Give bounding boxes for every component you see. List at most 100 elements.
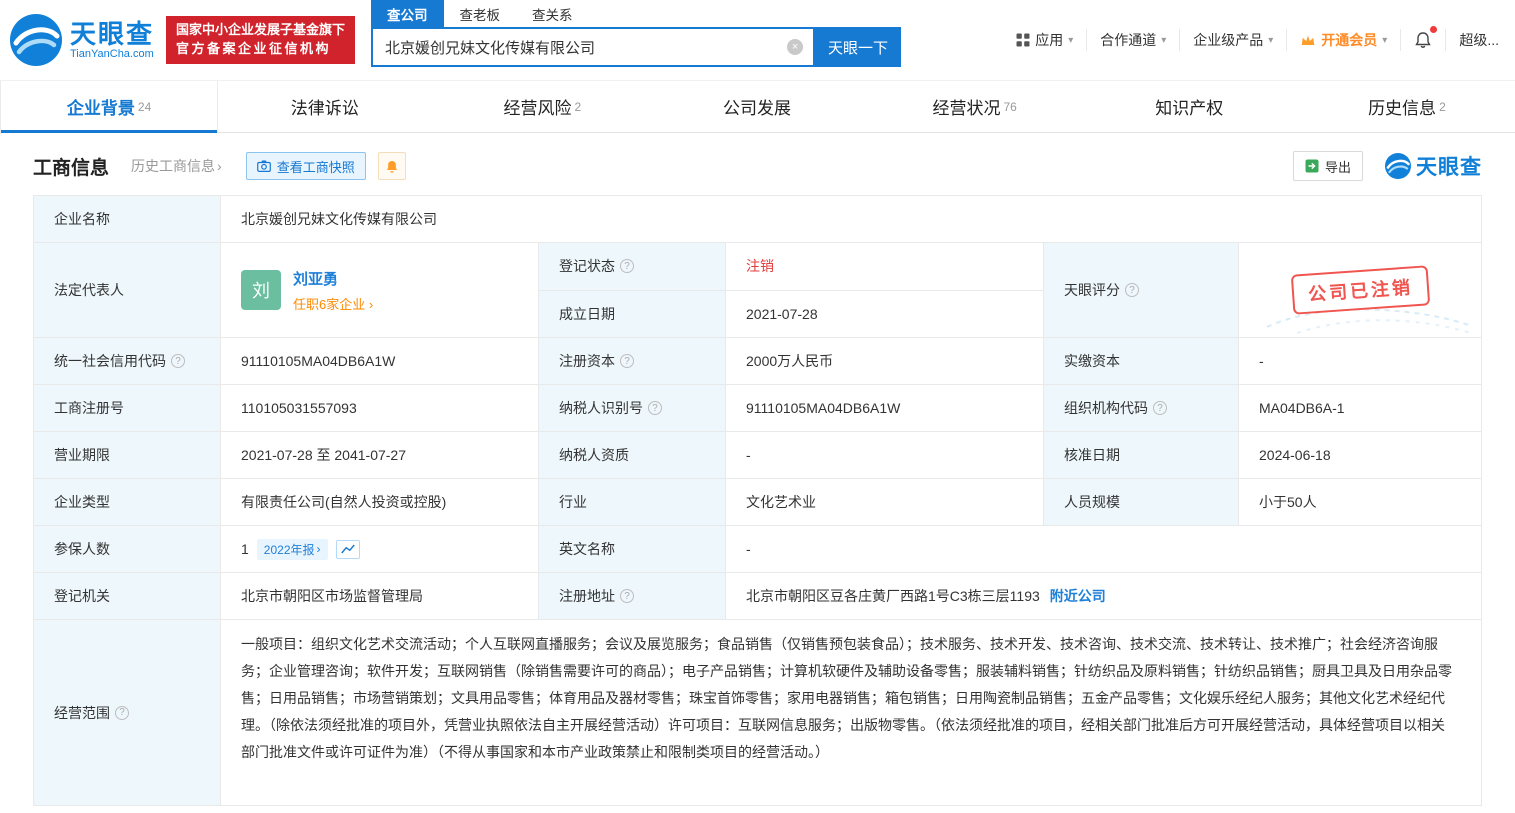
- table-row: 法定代表人 刘 刘亚勇 任职6家企业 › 登记状态 ? 注销 成立日期 2021…: [34, 243, 1482, 338]
- legal-rep-avatar[interactable]: 刘: [241, 270, 281, 310]
- legal-rep-companies-link[interactable]: 任职6家企业 ›: [293, 294, 373, 313]
- table-row: 参保人数 1 2022年报 › 英文名称 -: [34, 526, 1482, 573]
- history-business-info-link[interactable]: 历史工商信息 ›: [131, 156, 222, 176]
- search-tab-boss[interactable]: 查老板: [444, 0, 517, 27]
- search-tab-relation[interactable]: 查关系: [516, 0, 589, 27]
- tab-label: 经营风险: [503, 99, 572, 118]
- company-name-value: 北京媛创兄妹文化传媒有限公司: [221, 196, 1482, 243]
- tianyancha-logo[interactable]: 天眼查 TianYanCha.com: [10, 14, 154, 66]
- notifications-bell[interactable]: [1400, 26, 1445, 51]
- table-row: 登记机关 北京市朝阳区市场监督管理局 注册地址 ? 北京市朝阳区豆各庄黄厂西路1…: [34, 573, 1482, 620]
- chevron-down-icon: ▾: [1268, 34, 1274, 46]
- business-scope-label: 经营范围 ?: [34, 620, 221, 806]
- help-icon[interactable]: ?: [115, 705, 129, 720]
- table-row: 工商注册号 110105031557093 纳税人识别号 ? 91110105M…: [34, 385, 1482, 432]
- org-code-label: 组织机构代码 ?: [1044, 385, 1239, 432]
- monitor-alert-button[interactable]: [377, 152, 406, 180]
- tianyancha-watermark-logo[interactable]: 天眼查: [1385, 151, 1482, 181]
- establish-date-label: 成立日期: [539, 290, 726, 338]
- camera-icon: [256, 160, 271, 172]
- history-link-label: 历史工商信息: [131, 158, 216, 174]
- view-snapshot-button[interactable]: 查看工商快照: [245, 152, 366, 180]
- logo-text: 天眼查 TianYanCha.com: [70, 20, 154, 61]
- export-button[interactable]: 导出: [1292, 151, 1363, 181]
- reg-status-value: 注销: [726, 243, 1044, 291]
- search-box: ×: [371, 27, 816, 67]
- english-name-label: 英文名称: [539, 526, 726, 573]
- company-name-label: 企业名称: [34, 196, 221, 243]
- tab-label: 历史信息: [1368, 99, 1437, 118]
- reg-capital-label: 注册资本 ?: [539, 338, 726, 385]
- watermark-brand-name: 天眼查: [1416, 156, 1482, 179]
- approval-date-label: 核准日期: [1044, 432, 1239, 479]
- crown-icon: [1302, 35, 1315, 45]
- menu-enterprise-product[interactable]: 企业级产品 ▾: [1179, 29, 1286, 51]
- tianyancha-wave-icon: [1385, 153, 1411, 179]
- search-tabs: 查公司 查老板 查关系: [371, 0, 901, 27]
- legal-rep-name-link[interactable]: 刘亚勇: [293, 268, 373, 289]
- table-row: 营业期限 2021-07-28 至 2041-07-27 纳税人资质 - 核准日…: [34, 432, 1482, 479]
- menu-vip-upgrade[interactable]: 开通会员 ▾: [1286, 29, 1400, 51]
- chevron-down-icon: ▾: [1382, 34, 1388, 46]
- help-icon[interactable]: ?: [620, 259, 634, 274]
- search-input[interactable]: [373, 38, 788, 56]
- business-info-toolbar: 工商信息 历史工商信息 › 查看工商快照 导出 天眼查: [0, 146, 1515, 186]
- staff-size-label: 人员规模: [1044, 479, 1239, 526]
- page: 天眼查 TianYanCha.com 国家中小企业发展子基金旗下 官方备案企业征…: [0, 0, 1515, 813]
- username: 超级...: [1459, 32, 1499, 48]
- tab-company-development[interactable]: 公司发展: [650, 81, 866, 132]
- tab-label: 经营状况: [932, 99, 1001, 118]
- tab-legal-proceedings[interactable]: 法律诉讼: [218, 81, 434, 132]
- tab-history-info[interactable]: 历史信息 2: [1299, 81, 1515, 132]
- tab-operation-risk[interactable]: 经营风险 2: [434, 81, 650, 132]
- help-icon[interactable]: ?: [620, 589, 634, 603]
- help-icon[interactable]: ?: [648, 401, 662, 415]
- reg-authority-value: 北京市朝阳区市场监督管理局: [221, 573, 539, 620]
- legal-rep-label: 法定代表人: [34, 243, 221, 338]
- tab-operation-status[interactable]: 经营状况 76: [867, 81, 1083, 132]
- insured-count-value: 1 2022年报 ›: [221, 526, 539, 573]
- help-icon[interactable]: ?: [1153, 401, 1167, 415]
- tab-company-background[interactable]: 企业背景 24: [0, 81, 219, 133]
- reg-authority-label: 登记机关: [34, 573, 221, 620]
- reg-status-label: 登记状态 ?: [539, 243, 726, 291]
- annual-report-tag[interactable]: 2022年报 ›: [256, 538, 328, 560]
- search-button[interactable]: 天眼一下: [815, 27, 902, 67]
- chevron-right-icon: ›: [316, 542, 321, 556]
- business-scope-value: 一般项目：组织文化艺术交流活动；个人互联网直播服务；会议及展览服务；食品销售（仅…: [221, 620, 1482, 806]
- top-header: 天眼查 TianYanCha.com 国家中小企业发展子基金旗下 官方备案企业征…: [0, 0, 1515, 80]
- help-icon[interactable]: ?: [620, 354, 634, 368]
- help-icon[interactable]: ?: [171, 354, 185, 368]
- nearby-companies-link[interactable]: 附近公司: [1050, 586, 1106, 606]
- reg-number-label: 工商注册号: [34, 385, 221, 432]
- legal-rep-value: 刘 刘亚勇 任职6家企业 ›: [221, 243, 539, 338]
- help-icon[interactable]: ?: [1125, 283, 1139, 297]
- business-term-label: 营业期限: [34, 432, 221, 479]
- toolbar-right: 导出 天眼查: [1292, 151, 1482, 181]
- clear-search-icon[interactable]: ×: [787, 39, 804, 55]
- reg-number-value: 110105031557093: [221, 385, 539, 432]
- notification-red-dot: [1430, 26, 1438, 33]
- industry-value: 文化艺术业: [726, 479, 1044, 526]
- badge-line-1: 国家中小企业发展子基金旗下: [176, 22, 346, 38]
- table-row: 经营范围 ? 一般项目：组织文化艺术交流活动；个人互联网直播服务；会议及展览服务…: [34, 620, 1482, 806]
- user-account[interactable]: 超级...: [1445, 29, 1515, 51]
- business-term-value: 2021-07-28 至 2041-07-27: [221, 432, 539, 479]
- industry-label: 行业: [539, 479, 726, 526]
- status-date-stack: 登记状态 ? 注销 成立日期 2021-07-28: [539, 243, 1044, 338]
- menu-apps-label: 应用: [1035, 32, 1064, 48]
- apps-grid-icon: [1016, 33, 1030, 47]
- menu-enterprise-label: 企业级产品: [1193, 32, 1264, 48]
- menu-apps[interactable]: 应用 ▾: [1003, 29, 1086, 51]
- search-tab-company[interactable]: 查公司: [371, 0, 444, 27]
- menu-partner-label: 合作通道: [1100, 32, 1157, 48]
- establish-date-value: 2021-07-28: [726, 290, 1044, 338]
- chevron-down-icon: ▾: [1161, 34, 1167, 46]
- tab-intellectual-property[interactable]: 知识产权: [1083, 81, 1299, 132]
- menu-partner[interactable]: 合作通道 ▾: [1086, 29, 1179, 51]
- trend-chart-icon[interactable]: [335, 539, 360, 559]
- taxpayer-qualification-label: 纳税人资质: [539, 432, 726, 479]
- snapshot-button-label: 查看工商快照: [276, 159, 355, 175]
- brand-name: 天眼查: [70, 18, 155, 49]
- table-row: 企业类型 有限责任公司(自然人投资或控股) 行业 文化艺术业 人员规模 小于50…: [34, 479, 1482, 526]
